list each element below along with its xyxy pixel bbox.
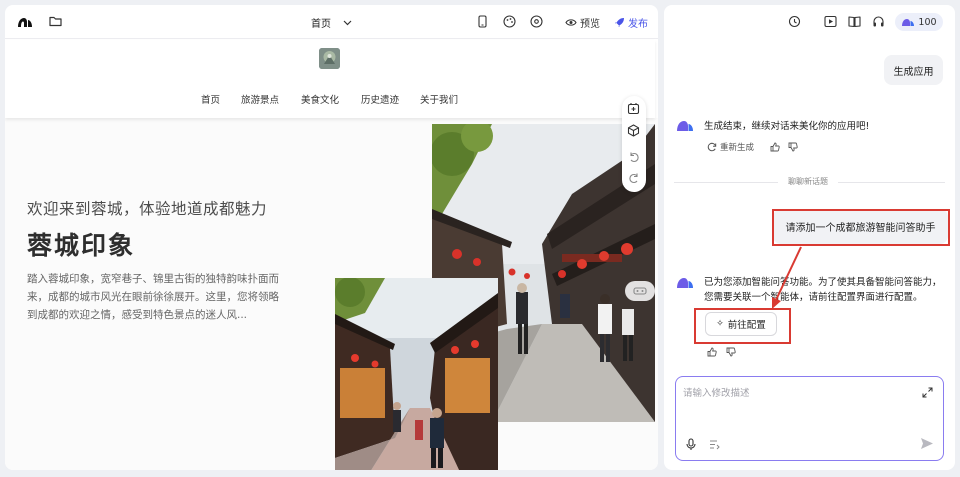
prompt-list-icon[interactable] bbox=[709, 439, 721, 450]
site-nav-item-food[interactable]: 美食文化 bbox=[301, 92, 361, 106]
site-nav-item-home[interactable]: 首页 bbox=[201, 92, 241, 106]
user-message-text: 请添加一个成都旅游智能问答助手 bbox=[785, 223, 936, 234]
night-street-photo bbox=[335, 278, 498, 470]
chat-panel: 100 生成应用 生成结束，继续对话来美化你的应用吧! 重新生成 聊聊新话题 请… bbox=[664, 5, 955, 470]
folder-icon[interactable] bbox=[49, 15, 62, 27]
user-message-text: 生成应用 bbox=[893, 66, 934, 78]
app-logo-icon[interactable] bbox=[17, 16, 33, 28]
rocket-icon bbox=[614, 17, 625, 28]
thumbs-down-icon[interactable] bbox=[788, 142, 798, 152]
goto-config-button[interactable]: ✧ 前往配置 bbox=[705, 312, 777, 336]
goto-config-label: 前往配置 bbox=[727, 320, 766, 331]
regenerate-button[interactable]: 重新生成 bbox=[707, 141, 754, 153]
chevron-down-icon bbox=[343, 20, 352, 26]
theme-palette-icon[interactable] bbox=[503, 15, 516, 28]
expand-icon[interactable] bbox=[922, 387, 933, 398]
image-edit-toolbar bbox=[622, 96, 646, 192]
credits-badge[interactable]: 100 bbox=[895, 13, 943, 31]
assistant-message: 已为您添加智能问答功能。为了使其具备智能问答能力，您需要关联一个智能体，请前往配… bbox=[704, 277, 942, 303]
new-topic-label[interactable]: 聊聊新话题 bbox=[778, 176, 838, 187]
play-icon[interactable] bbox=[824, 15, 837, 28]
publish-label: 发布 bbox=[628, 19, 648, 30]
user-message: 生成应用 bbox=[884, 55, 943, 85]
site-nav: 首页 旅游景点 美食文化 历史遗迹 关于我们 bbox=[201, 92, 470, 106]
headphones-icon[interactable] bbox=[872, 15, 885, 28]
editor-panel: 首页 预览 发布 首页 旅游景点 美食文化 历史遗迹 关于我们 欢迎来到蓉城，体… bbox=[5, 5, 658, 470]
assistant-message: 生成结束，继续对话来美化你的应用吧! bbox=[704, 121, 870, 132]
chat-input-box bbox=[675, 376, 944, 461]
regenerate-label: 重新生成 bbox=[720, 143, 755, 153]
hero-subtitle: 欢迎来到蓉城，体验地道成都魅力 bbox=[27, 200, 268, 218]
credits-logo-icon bbox=[901, 18, 915, 27]
modify-description-input[interactable] bbox=[683, 385, 903, 425]
assistant-avatar-icon bbox=[676, 120, 694, 132]
thumbs-up-icon[interactable] bbox=[707, 347, 717, 357]
publish-button[interactable]: 发布 bbox=[614, 15, 648, 30]
page-selector[interactable]: 首页 bbox=[311, 15, 352, 30]
undo-icon[interactable] bbox=[628, 151, 640, 163]
book-icon[interactable] bbox=[848, 15, 861, 28]
preview-button[interactable]: 预览 bbox=[565, 15, 600, 30]
assistant-avatar-icon bbox=[676, 277, 694, 289]
microphone-icon[interactable] bbox=[686, 438, 696, 451]
refresh-icon bbox=[707, 142, 717, 152]
thumbs-up-icon[interactable] bbox=[770, 142, 780, 152]
page-selector-label: 首页 bbox=[311, 19, 331, 30]
editor-toolbar: 首页 预览 发布 bbox=[5, 5, 658, 39]
preview-label: 预览 bbox=[580, 19, 600, 30]
eye-icon bbox=[565, 18, 577, 27]
site-header: 首页 旅游景点 美食文化 历史遗迹 关于我们 bbox=[5, 40, 655, 118]
cube-icon[interactable] bbox=[627, 124, 640, 137]
thumbs-down-icon[interactable] bbox=[726, 347, 736, 357]
diamond-icon: ✧ bbox=[716, 319, 724, 329]
site-hero: 欢迎来到蓉城，体验地道成都魅力 蓉城印象 踏入蓉城印象，宽窄巷子、锦里古街的独特… bbox=[5, 118, 658, 470]
site-logo[interactable] bbox=[319, 48, 340, 69]
redo-icon[interactable] bbox=[628, 172, 640, 184]
hero-title: 蓉城印象 bbox=[27, 231, 136, 260]
site-nav-item-about[interactable]: 关于我们 bbox=[420, 92, 470, 106]
add-image-icon[interactable] bbox=[627, 102, 640, 115]
send-icon[interactable] bbox=[920, 437, 934, 450]
site-nav-item-history[interactable]: 历史遗迹 bbox=[361, 92, 420, 106]
credits-count: 100 bbox=[918, 16, 937, 28]
vr-view-chip[interactable] bbox=[625, 281, 655, 301]
site-nav-item-attractions[interactable]: 旅游景点 bbox=[241, 92, 301, 106]
vr-glasses-icon bbox=[633, 286, 647, 296]
mobile-view-icon[interactable] bbox=[478, 15, 487, 28]
settings-icon[interactable] bbox=[530, 15, 543, 28]
history-icon[interactable] bbox=[788, 15, 801, 28]
user-message: 请添加一个成都旅游智能问答助手 bbox=[773, 209, 948, 244]
hero-description: 踏入蓉城印象，宽窄巷子、锦里古街的独特韵味扑面而来，成都的城市风光在眼前徐徐展开… bbox=[27, 273, 279, 321]
